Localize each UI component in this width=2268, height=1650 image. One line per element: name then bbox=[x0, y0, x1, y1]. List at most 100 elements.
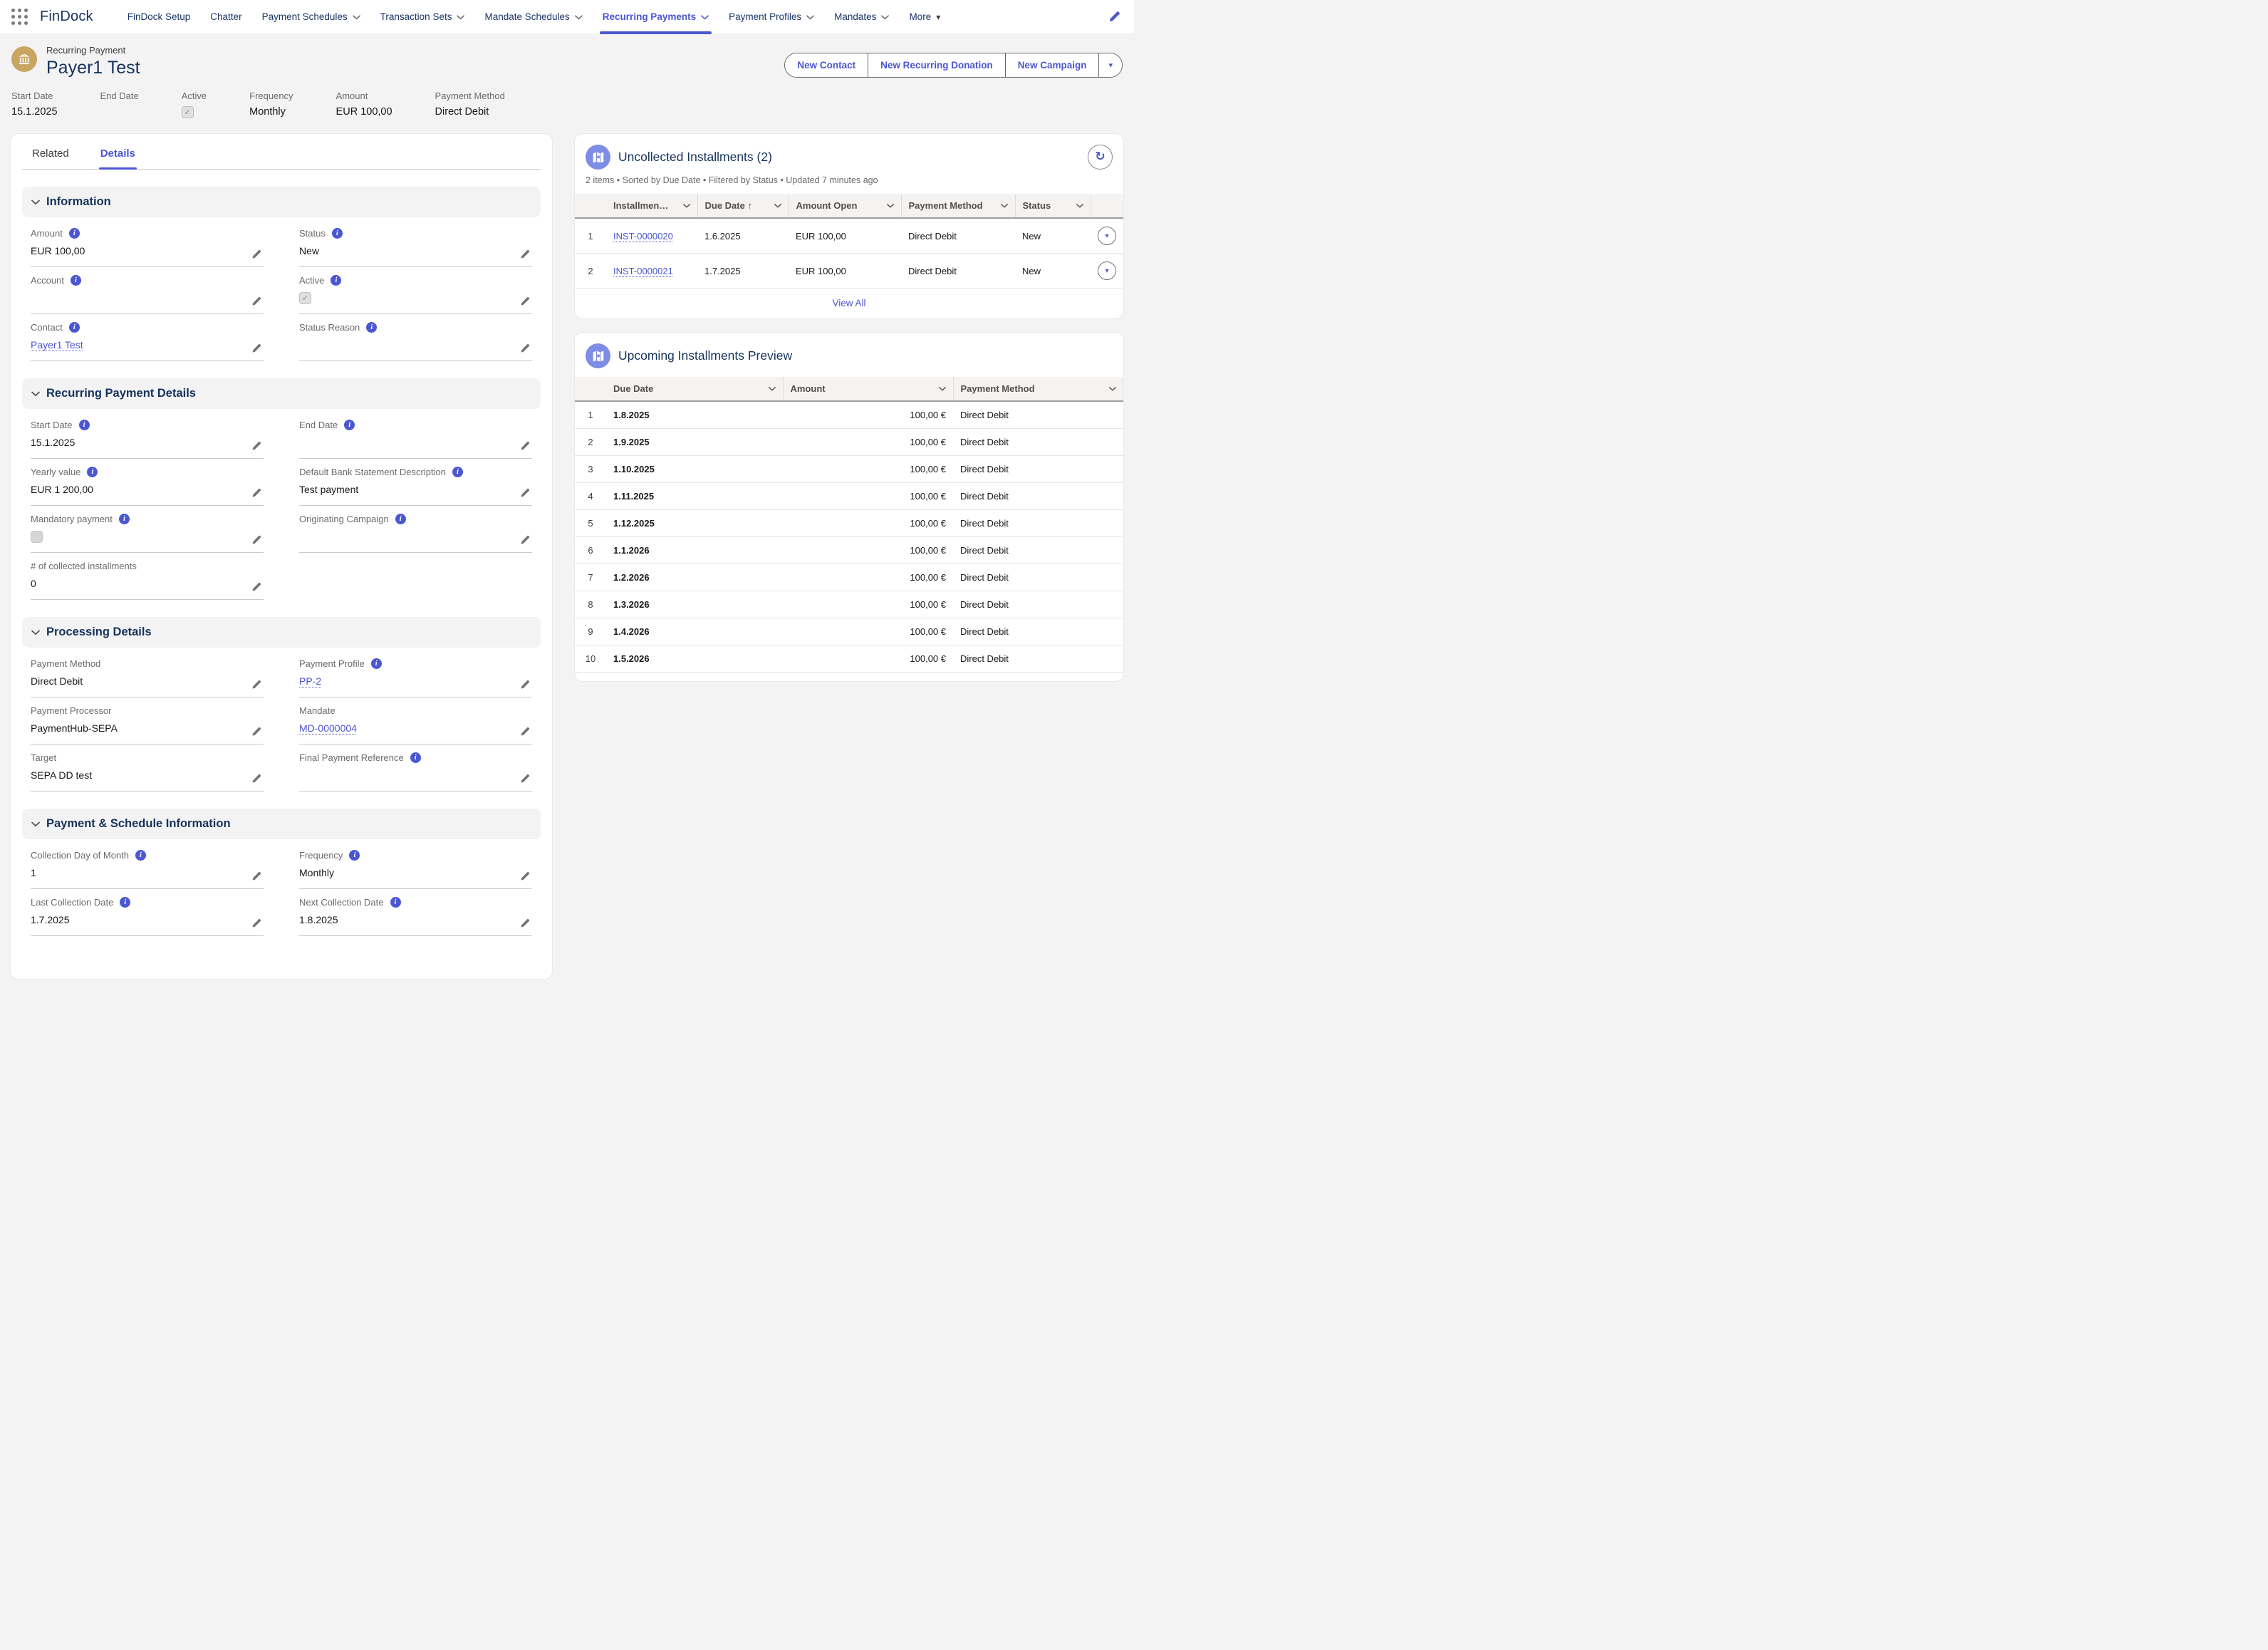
contact-link[interactable]: Payer1 Test bbox=[31, 339, 83, 351]
inline-edit-button[interactable] bbox=[251, 581, 262, 592]
info-icon[interactable] bbox=[120, 897, 130, 908]
more-actions-dropdown-button[interactable] bbox=[1098, 53, 1122, 77]
info-icon[interactable] bbox=[366, 322, 377, 333]
nav-tab-payment-schedules[interactable]: Payment Schedules bbox=[262, 0, 360, 34]
inline-edit-button[interactable] bbox=[520, 679, 531, 690]
recurring-payment-record-icon bbox=[11, 46, 37, 72]
nav-tab-chatter[interactable]: Chatter bbox=[210, 0, 241, 34]
inline-edit-button[interactable] bbox=[251, 918, 262, 928]
tab-related[interactable]: Related bbox=[31, 134, 71, 169]
nav-tab-recurring-payments[interactable]: Recurring Payments bbox=[603, 0, 709, 34]
chevron-down-icon bbox=[457, 15, 464, 20]
info-icon[interactable] bbox=[135, 850, 146, 861]
chevron-down-icon bbox=[31, 821, 40, 827]
pencil-icon bbox=[520, 679, 531, 690]
info-icon[interactable] bbox=[119, 514, 130, 524]
field-account: Account bbox=[31, 267, 264, 314]
payment-profile-link[interactable]: PP-2 bbox=[299, 675, 321, 687]
inline-edit-button[interactable] bbox=[520, 773, 531, 784]
inline-edit-button[interactable] bbox=[251, 440, 262, 451]
section-processing-details[interactable]: Processing Details bbox=[22, 617, 541, 648]
nav-tab-more[interactable]: More bbox=[909, 0, 940, 34]
installments-icon bbox=[586, 145, 610, 170]
upcoming-installments-card: Upcoming Installments Preview Due Date A… bbox=[574, 332, 1124, 682]
chevron-down-icon bbox=[31, 391, 40, 397]
mandate-link[interactable]: MD-0000004 bbox=[299, 722, 357, 734]
pencil-icon bbox=[251, 440, 262, 451]
row-actions-button[interactable] bbox=[1098, 261, 1116, 280]
info-icon[interactable] bbox=[344, 420, 355, 430]
field-mandatory-payment: Mandatory payment bbox=[31, 506, 264, 553]
table-row: 5 1.12.2025 100,00 € Direct Debit bbox=[575, 510, 1123, 537]
info-icon[interactable] bbox=[71, 275, 81, 286]
nav-tab-findock-setup[interactable]: FinDock Setup bbox=[128, 0, 191, 34]
inline-edit-button[interactable] bbox=[520, 534, 531, 545]
global-nav: FinDock FinDock Setup Chatter Payment Sc… bbox=[0, 0, 1134, 34]
field-collection-day-of-month: Collection Day of Month 1 bbox=[31, 842, 264, 889]
inline-edit-button[interactable] bbox=[520, 726, 531, 737]
inline-edit-button[interactable] bbox=[520, 440, 531, 451]
info-icon[interactable] bbox=[69, 228, 80, 239]
col-payment-method[interactable]: Payment Method bbox=[901, 194, 1015, 218]
table-row: 6 1.1.2026 100,00 € Direct Debit bbox=[575, 537, 1123, 564]
info-icon[interactable] bbox=[349, 850, 360, 861]
info-icon[interactable] bbox=[395, 514, 406, 524]
nav-tab-mandate-schedules[interactable]: Mandate Schedules bbox=[484, 0, 582, 34]
new-contact-button[interactable]: New Contact bbox=[785, 53, 868, 77]
info-icon[interactable] bbox=[390, 897, 401, 908]
inline-edit-button[interactable] bbox=[251, 343, 262, 353]
highlight-start-date: Start Date 15.1.2025 bbox=[11, 90, 58, 119]
section-payment-schedule-information[interactable]: Payment & Schedule Information bbox=[22, 809, 541, 839]
inline-edit-button[interactable] bbox=[251, 487, 262, 498]
info-icon[interactable] bbox=[371, 658, 382, 669]
nav-tab-payment-profiles[interactable]: Payment Profiles bbox=[729, 0, 814, 34]
inline-edit-button[interactable] bbox=[520, 918, 531, 928]
nav-edit-pencil-icon[interactable] bbox=[1108, 10, 1121, 23]
col-payment-method[interactable]: Payment Method bbox=[953, 377, 1123, 401]
inline-edit-button[interactable] bbox=[251, 726, 262, 737]
inline-edit-button[interactable] bbox=[251, 871, 262, 881]
field-empty bbox=[299, 553, 532, 600]
app-launcher-icon[interactable] bbox=[11, 9, 28, 26]
view-all-link[interactable]: View All bbox=[832, 298, 865, 308]
info-icon[interactable] bbox=[410, 752, 421, 763]
nav-tab-transaction-sets[interactable]: Transaction Sets bbox=[380, 0, 465, 34]
col-amount[interactable]: Amount bbox=[783, 377, 953, 401]
table-row: 2 1.9.2025 100,00 € Direct Debit bbox=[575, 429, 1123, 456]
installment-link[interactable]: INST-0000021 bbox=[613, 266, 673, 276]
inline-edit-button[interactable] bbox=[251, 773, 262, 784]
info-icon[interactable] bbox=[452, 467, 463, 477]
chevron-down-icon bbox=[1076, 204, 1083, 208]
inline-edit-button[interactable] bbox=[251, 534, 262, 545]
inline-edit-button[interactable] bbox=[520, 487, 531, 498]
inline-edit-button[interactable] bbox=[520, 343, 531, 353]
field-collected-installments: # of collected installments 0 bbox=[31, 553, 264, 600]
new-recurring-donation-button[interactable]: New Recurring Donation bbox=[868, 53, 1005, 77]
info-icon[interactable] bbox=[87, 467, 98, 477]
row-actions-button[interactable] bbox=[1098, 227, 1116, 245]
inline-edit-button[interactable] bbox=[520, 871, 531, 881]
inline-edit-button[interactable] bbox=[251, 679, 262, 690]
col-amount-open[interactable]: Amount Open bbox=[789, 194, 901, 218]
inline-edit-button[interactable] bbox=[520, 296, 531, 306]
info-icon[interactable] bbox=[69, 322, 80, 333]
col-installment[interactable]: Installmen… bbox=[606, 194, 697, 218]
section-information[interactable]: Information bbox=[22, 187, 541, 217]
inline-edit-button[interactable] bbox=[251, 296, 262, 306]
info-icon[interactable] bbox=[79, 420, 90, 430]
inline-edit-button[interactable] bbox=[520, 249, 531, 259]
new-campaign-button[interactable]: New Campaign bbox=[1005, 53, 1099, 77]
installment-link[interactable]: INST-0000020 bbox=[613, 231, 673, 242]
refresh-button[interactable] bbox=[1088, 145, 1113, 170]
col-due-date[interactable]: Due Date bbox=[606, 377, 783, 401]
section-recurring-payment-details[interactable]: Recurring Payment Details bbox=[22, 378, 541, 409]
info-icon[interactable] bbox=[332, 228, 343, 239]
col-status[interactable]: Status bbox=[1015, 194, 1091, 218]
nav-tab-mandates[interactable]: Mandates bbox=[834, 0, 889, 34]
info-icon[interactable] bbox=[331, 275, 341, 286]
table-row: 2 INST-0000021 1.7.2025 EUR 100,00 Direc… bbox=[575, 254, 1123, 289]
pencil-icon bbox=[251, 296, 262, 306]
tab-details[interactable]: Details bbox=[99, 134, 137, 169]
inline-edit-button[interactable] bbox=[251, 249, 262, 259]
col-due-date[interactable]: Due Date bbox=[697, 194, 789, 218]
